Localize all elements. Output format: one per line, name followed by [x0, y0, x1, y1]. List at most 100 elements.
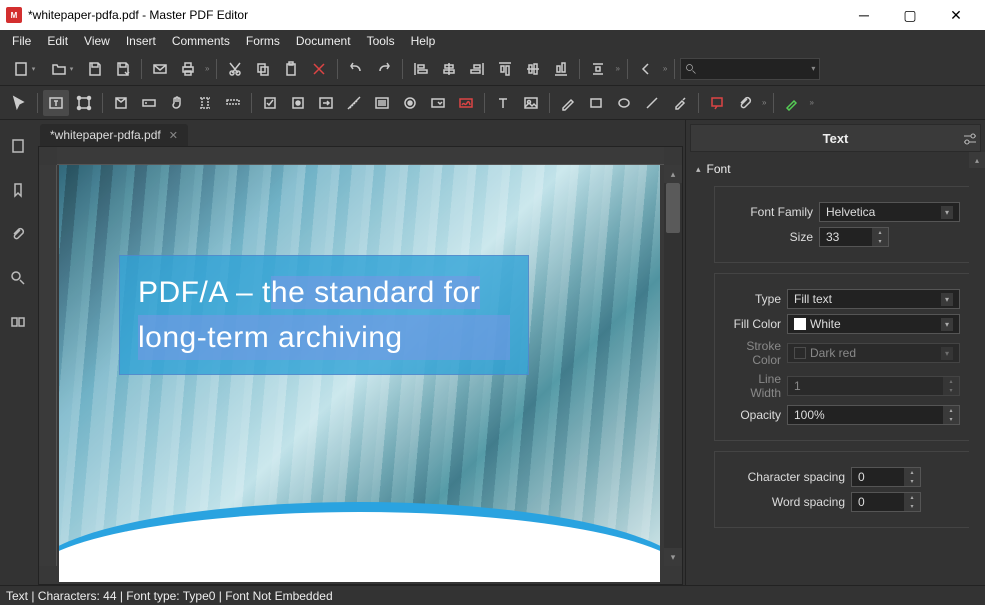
dropdown-tool[interactable] — [425, 90, 451, 116]
font-family-select[interactable]: Helvetica — [819, 202, 960, 222]
layers-tab[interactable] — [0, 300, 36, 344]
panel-settings-icon[interactable] — [958, 129, 982, 149]
highlighter-tool[interactable] — [779, 90, 805, 116]
menu-document[interactable]: Document — [288, 32, 359, 50]
line-width-label: Line Width — [725, 372, 781, 400]
menu-help[interactable]: Help — [403, 32, 444, 50]
align-top-button[interactable] — [492, 56, 518, 82]
pencil-tool[interactable] — [555, 90, 581, 116]
align-center-v-button[interactable] — [520, 56, 546, 82]
vertical-scrollbar[interactable]: ▴ ▾ — [664, 165, 682, 566]
edit-forms-tool[interactable] — [108, 90, 134, 116]
align-right-button[interactable] — [464, 56, 490, 82]
link-tool[interactable] — [313, 90, 339, 116]
select-text-tool[interactable] — [192, 90, 218, 116]
toolbar-overflow-2[interactable]: » — [613, 64, 621, 73]
attachments-tab[interactable] — [0, 212, 36, 256]
tab-close-icon[interactable]: ✕ — [169, 129, 178, 142]
select-tool[interactable] — [6, 90, 32, 116]
hand-tool[interactable] — [164, 90, 190, 116]
window-maximize-button[interactable]: ▢ — [887, 0, 933, 30]
type-label: Type — [725, 292, 781, 306]
menu-insert[interactable]: Insert — [118, 32, 164, 50]
line-tool[interactable] — [639, 90, 665, 116]
insert-text-tool[interactable] — [490, 90, 516, 116]
document-canvas[interactable]: PDF/A – the standard for long-term archi… — [38, 146, 683, 585]
search-input[interactable]: ▾ — [680, 58, 820, 80]
fill-color-select[interactable]: White — [787, 314, 960, 334]
font-group: Font Family Helvetica Size 33▴▾ — [714, 186, 971, 263]
note-tool[interactable] — [704, 90, 730, 116]
ellipse-tool[interactable] — [611, 90, 637, 116]
thumbnails-tab[interactable] — [0, 124, 36, 168]
paste-button[interactable] — [278, 56, 304, 82]
edit-text-tool[interactable] — [43, 90, 69, 116]
scroll-up-icon[interactable]: ▴ — [664, 165, 682, 183]
menu-tools[interactable]: Tools — [359, 32, 403, 50]
toolbar-overflow-1[interactable]: » — [203, 64, 211, 73]
undo-button[interactable] — [343, 56, 369, 82]
type-select[interactable]: Fill text — [787, 289, 960, 309]
toolbar-overflow-3[interactable]: » — [661, 64, 669, 73]
checkbox-tool[interactable] — [257, 90, 283, 116]
window-title: *whitepaper-pdfa.pdf - Master PDF Editor — [28, 8, 841, 22]
menu-file[interactable]: File — [4, 32, 39, 50]
align-center-h-button[interactable] — [436, 56, 462, 82]
selected-text-box[interactable]: PDF/A – the standard for long-term archi… — [119, 255, 529, 375]
radio-tool[interactable] — [285, 90, 311, 116]
search-tab[interactable] — [0, 256, 36, 300]
rectangle-tool[interactable] — [583, 90, 609, 116]
horizontal-ruler — [57, 147, 664, 165]
nav-prev-button[interactable] — [633, 56, 659, 82]
font-section-toggle[interactable]: Font — [690, 158, 981, 180]
panel-scrollbar[interactable]: ▴ — [969, 152, 985, 585]
char-spacing-input[interactable]: 0▴▾ — [851, 467, 921, 487]
align-bottom-button[interactable] — [548, 56, 574, 82]
window-close-button[interactable]: ✕ — [933, 0, 979, 30]
edit-object-tool[interactable] — [71, 90, 97, 116]
toolbar-overflow-5[interactable]: » — [807, 98, 815, 107]
list-tool[interactable] — [369, 90, 395, 116]
bullet-tool[interactable] — [397, 90, 423, 116]
cut-button[interactable] — [222, 56, 248, 82]
distribute-button[interactable] — [585, 56, 611, 82]
search-icon — [685, 63, 697, 75]
word-spacing-input[interactable]: 0▴▾ — [851, 492, 921, 512]
copy-button[interactable] — [250, 56, 276, 82]
signature-tool[interactable] — [453, 90, 479, 116]
new-document-button[interactable] — [6, 56, 42, 82]
spacing-group: Character spacing 0▴▾ Word spacing 0▴▾ — [714, 451, 971, 528]
open-button[interactable] — [44, 56, 80, 82]
print-button[interactable] — [175, 56, 201, 82]
measure-tool[interactable] — [341, 90, 367, 116]
align-left-button[interactable] — [408, 56, 434, 82]
attachment-tool[interactable] — [732, 90, 758, 116]
form-field-tool[interactable] — [136, 90, 162, 116]
save-button[interactable] — [82, 56, 108, 82]
save-as-button[interactable] — [110, 56, 136, 82]
delete-button[interactable] — [306, 56, 332, 82]
menu-view[interactable]: View — [76, 32, 118, 50]
opacity-input[interactable]: 100%▴▾ — [787, 405, 960, 425]
redo-button[interactable] — [371, 56, 397, 82]
text-line-1[interactable]: PDF/A – the standard for — [138, 270, 510, 315]
toolbar-overflow-4[interactable]: » — [760, 98, 768, 107]
vertical-ruler — [39, 165, 57, 566]
main-toolbar: » » » ▾ — [0, 52, 985, 86]
insert-image-tool[interactable] — [518, 90, 544, 116]
window-titlebar: M *whitepaper-pdfa.pdf - Master PDF Edit… — [0, 0, 985, 30]
text-line-2[interactable]: long-term archiving — [138, 315, 510, 360]
document-tab[interactable]: *whitepaper-pdfa.pdf ✕ — [40, 124, 188, 146]
window-minimize-button[interactable]: ─ — [841, 0, 887, 30]
highlight-tool[interactable] — [667, 90, 693, 116]
snapshot-tool[interactable] — [220, 90, 246, 116]
document-page[interactable]: PDF/A – the standard for long-term archi… — [59, 165, 660, 582]
scroll-down-icon[interactable]: ▾ — [664, 548, 682, 566]
menu-forms[interactable]: Forms — [238, 32, 288, 50]
size-input[interactable]: 33▴▾ — [819, 227, 889, 247]
email-button[interactable] — [147, 56, 173, 82]
menu-edit[interactable]: Edit — [39, 32, 76, 50]
bookmarks-tab[interactable] — [0, 168, 36, 212]
scroll-thumb[interactable] — [666, 183, 680, 233]
menu-comments[interactable]: Comments — [164, 32, 238, 50]
